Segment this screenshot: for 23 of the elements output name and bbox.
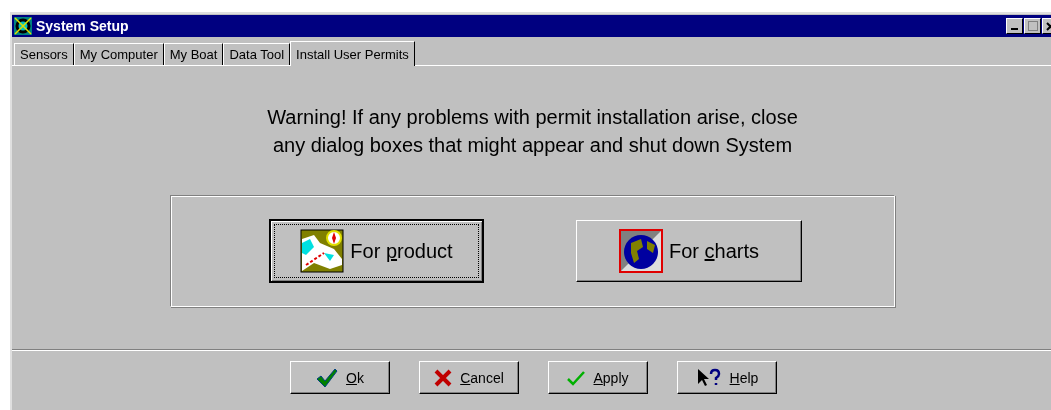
minimize-button[interactable] (1006, 18, 1023, 34)
tab[interactable]: Data Tool (223, 43, 291, 65)
help-button[interactable]: Help (677, 361, 777, 394)
tab[interactable]: Sensors (14, 43, 74, 65)
tab[interactable]: My Computer (73, 43, 164, 65)
ok-button[interactable]: Ok (290, 361, 390, 394)
tab[interactable]: Install User Permits (290, 41, 415, 66)
app-icon (14, 17, 32, 35)
pointer-question-icon (695, 367, 722, 388)
install-button[interactable]: For charts (576, 220, 802, 282)
install-button[interactable]: For product (269, 219, 484, 283)
warning-message: Warning! If any problems with permit installation arise, close any dialog boxes that might appear and shut down System (267, 105, 798, 158)
checkmark-icon (567, 369, 586, 386)
window-title: System Setup (36, 18, 130, 34)
maximize-icon (1027, 21, 1038, 31)
checkmark-icon (316, 367, 339, 388)
cross-icon (434, 368, 453, 387)
apply-button[interactable]: Apply (548, 361, 648, 394)
maximize-button[interactable] (1024, 18, 1041, 34)
cancel-button[interactable]: Cancel (419, 361, 519, 394)
globe-icon (619, 229, 663, 273)
tab[interactable]: My Boat (163, 43, 224, 65)
map-compass-icon (300, 229, 345, 273)
